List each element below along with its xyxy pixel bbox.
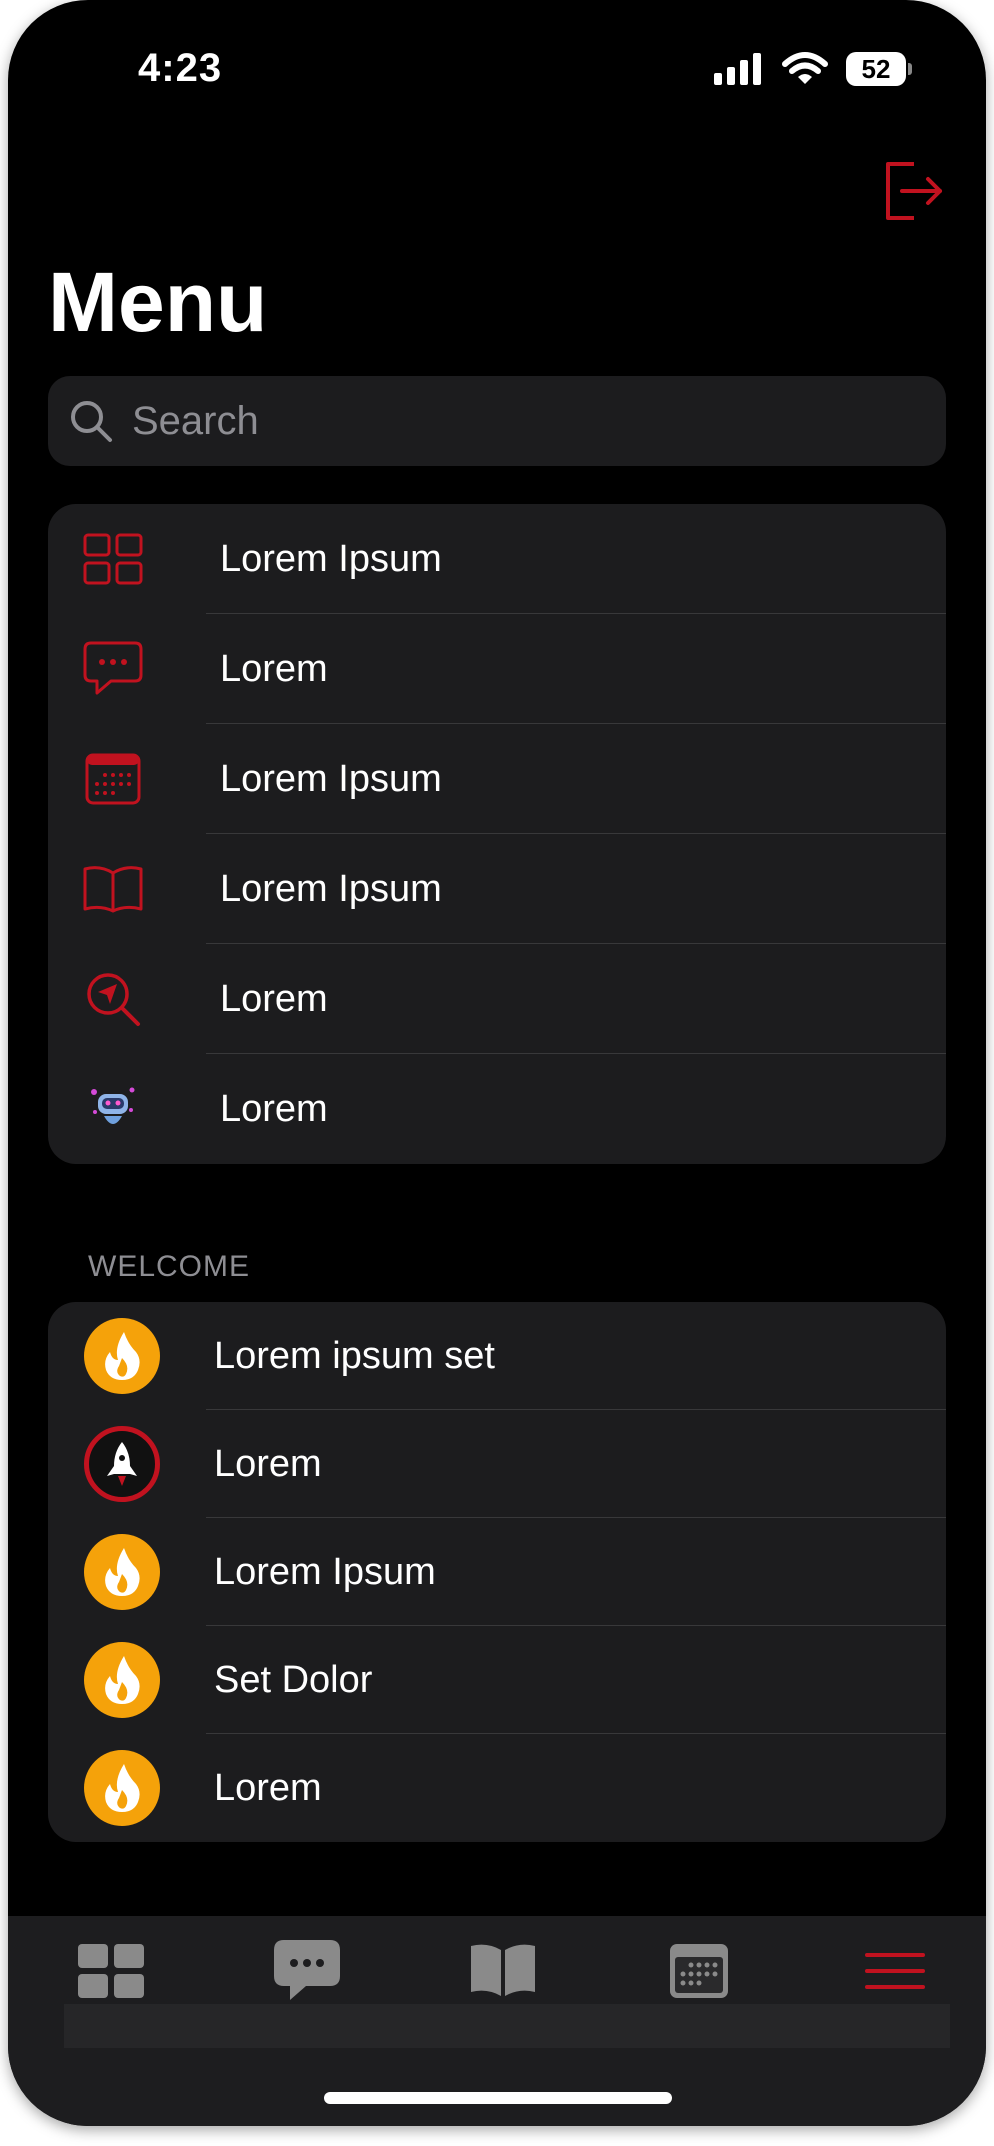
book-icon [83,866,143,913]
flame-icon [84,1642,160,1718]
grid-icon [78,1944,144,1998]
flame-icon [84,1534,160,1610]
logout-icon[interactable] [880,158,946,224]
menu-item[interactable]: Lorem Ipsum [48,724,946,834]
welcome-item-label: Set Dolor [214,1658,373,1701]
battery-icon: 52 [846,52,912,86]
welcome-item[interactable]: Lorem Ipsum [48,1518,946,1626]
main-menu-list: Lorem Ipsum Lorem Lorem Ipsum Lorem Ipsu… [48,504,946,1164]
menu-item-label: Lorem [220,1087,328,1130]
menu-item[interactable]: Lorem [48,1054,946,1164]
flame-icon [84,1750,160,1826]
book-icon [471,1944,535,1996]
menu-item[interactable]: Lorem [48,944,946,1054]
status-icons: 52 [714,52,912,86]
welcome-list: Lorem ipsum set Lorem Lorem Ipsum Set Do… [48,1302,946,1842]
search-bar[interactable] [48,376,946,466]
tab-grid[interactable] [74,1938,148,2004]
menu-item-label: Lorem Ipsum [220,757,442,800]
tab-menu[interactable] [858,1938,932,2004]
welcome-item[interactable]: Lorem ipsum set [48,1302,946,1410]
search-icon [71,401,112,442]
welcome-item[interactable]: Set Dolor [48,1626,946,1734]
section-header-welcome: WELCOME [88,1250,251,1283]
menu-item[interactable]: Lorem Ipsum [48,504,946,614]
grid-icon [83,533,143,585]
menu-item-label: Lorem [220,977,328,1020]
phone-screen: 4:23 52 Menu Search Lorem Ipsum Lorem Lo… [8,0,986,2126]
welcome-item[interactable]: Lorem [48,1734,946,1842]
tab-calendar[interactable] [662,1938,736,2004]
tab-book[interactable] [466,1938,540,2004]
chat-bubble-icon [274,1940,340,2000]
flame-icon [84,1318,160,1394]
home-indicator[interactable] [324,2092,672,2104]
tab-bar-strip [64,2004,950,2048]
cellular-signal-icon [714,53,761,85]
menu-item[interactable]: Lorem Ipsum [48,834,946,944]
chat-bubble-icon [83,641,143,695]
welcome-item-label: Lorem [214,1442,322,1485]
location-search-icon [87,973,140,1026]
welcome-item-label: Lorem ipsum set [214,1334,495,1377]
wifi-icon [782,52,828,84]
welcome-item[interactable]: Lorem [48,1410,946,1518]
page-title: Menu [48,255,268,349]
calendar-icon [85,753,141,805]
tab-chat[interactable] [270,1938,344,2004]
calendar-icon [670,1944,728,1998]
menu-item-label: Lorem [220,647,328,690]
status-time: 4:23 [138,46,223,90]
welcome-item-label: Lorem [214,1766,322,1809]
menu-item-label: Lorem Ipsum [220,537,442,580]
rocket-badge-icon [84,1426,160,1502]
welcome-item-label: Lorem Ipsum [214,1550,436,1593]
search-input[interactable] [130,397,910,445]
hamburger-menu-icon [865,1953,925,1989]
menu-item[interactable]: Lorem [48,614,946,724]
robot-icon [91,1087,135,1124]
tab-bar [8,1916,986,2126]
menu-item-label: Lorem Ipsum [220,867,442,910]
